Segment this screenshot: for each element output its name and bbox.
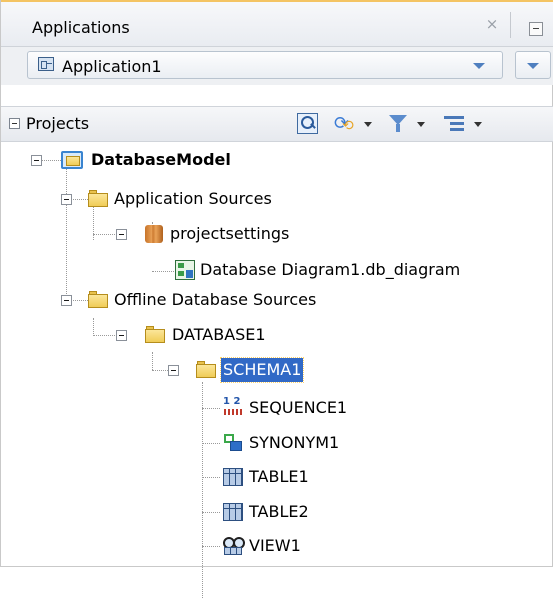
minimize-icon[interactable] <box>529 22 543 36</box>
table-icon <box>223 468 243 486</box>
panel-title: Applications <box>32 18 130 37</box>
application-dropdown[interactable]: Application1 <box>27 51 503 79</box>
collapse-toggle[interactable] <box>116 229 127 240</box>
tree-label-selected: SCHEMA1 <box>219 357 305 383</box>
sequence-icon: 1 2 <box>223 397 243 417</box>
search-icon[interactable] <box>297 113 319 135</box>
tree-node-projectsettings[interactable]: projectsettings <box>1 222 341 246</box>
folder-icon <box>88 190 108 207</box>
tree-label: Database Diagram1.db_diagram <box>200 260 461 279</box>
tree-node-table2[interactable]: TABLE2 <box>1 500 341 524</box>
tree-node-synonym1[interactable]: SYNONYM1 <box>1 431 341 455</box>
tree-node-sequence1[interactable]: 1 2 SEQUENCE1 <box>1 396 347 420</box>
folder-icon <box>145 326 165 343</box>
folder-icon <box>196 361 216 378</box>
tree-label: Offline Database Sources <box>114 290 317 309</box>
chevron-down-icon <box>473 63 485 69</box>
package-icon <box>145 225 163 243</box>
tree-node-database1[interactable]: DATABASE1 <box>1 323 341 347</box>
header-divider <box>510 12 511 38</box>
table-icon <box>223 503 243 521</box>
application-dropdown-value: Application1 <box>62 57 162 76</box>
panel-header: Applications × <box>1 2 553 47</box>
collapse-toggle[interactable] <box>61 295 72 306</box>
collapse-toggle[interactable] <box>168 365 179 376</box>
diagram-icon <box>175 260 195 280</box>
collapse-toggle[interactable] <box>116 330 127 341</box>
synonym-icon <box>223 433 243 453</box>
tree-label: DATABASE1 <box>172 325 266 344</box>
collapse-toggle[interactable] <box>31 155 42 166</box>
view-icon <box>222 536 245 556</box>
tree-label: TABLE1 <box>249 467 309 486</box>
application-selector-row: Application1 <box>1 47 553 85</box>
filter-icon[interactable] <box>389 113 429 135</box>
tree-node-databasemodel[interactable]: DatabaseModel <box>1 148 301 172</box>
application-icon <box>38 57 54 71</box>
tree-label: TABLE2 <box>249 502 309 521</box>
application-menu-button[interactable] <box>515 51 551 79</box>
sync-icon[interactable]: ⟳ ⟲ <box>334 113 374 135</box>
tree-node-schema1[interactable]: SCHEMA1 <box>1 357 341 383</box>
tree-node-application-sources[interactable]: Application Sources <box>1 187 341 211</box>
projects-title: Projects <box>26 114 90 133</box>
folder-icon <box>88 291 108 308</box>
chevron-down-icon <box>527 63 539 69</box>
close-icon[interactable]: × <box>485 17 499 32</box>
tree-label: Application Sources <box>114 189 272 208</box>
tree-label: VIEW1 <box>249 536 301 555</box>
applications-panel: Applications × Application1 Projects ⟳⟲ <box>0 0 553 598</box>
tree-label: SYNONYM1 <box>249 433 340 452</box>
tree-label: DatabaseModel <box>91 150 231 169</box>
tree-node-offline-database-sources[interactable]: Offline Database Sources <box>1 288 401 312</box>
projects-bar: Projects ⟳ ⟲ <box>1 106 553 142</box>
collapse-toggle[interactable] <box>61 194 72 205</box>
options-icon[interactable] <box>444 113 488 135</box>
tree-label: SEQUENCE1 <box>249 398 348 417</box>
tree-node-table1[interactable]: TABLE1 <box>1 465 341 489</box>
project-tree: DatabaseModel Application Sources projec… <box>1 142 553 598</box>
projects-collapse-toggle[interactable] <box>9 118 20 129</box>
tree-label: projectsettings <box>170 224 290 243</box>
project-icon <box>61 151 83 169</box>
tree-node-view1[interactable]: VIEW1 <box>1 534 341 558</box>
tree-node-database-diagram[interactable]: Database Diagram1.db_diagram <box>1 258 553 282</box>
